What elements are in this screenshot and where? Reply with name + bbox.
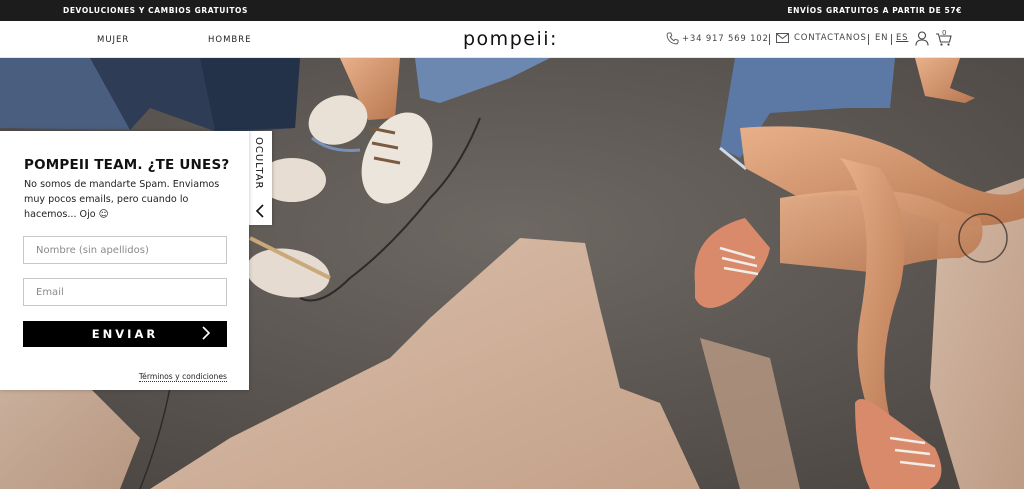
contact-link[interactable]: CONTACTANOS — [776, 33, 867, 43]
lang-es[interactable]: ES — [896, 33, 908, 43]
envelope-icon — [776, 33, 789, 43]
divider — [769, 34, 770, 45]
nav-item-mujer[interactable]: MUJER — [97, 35, 129, 45]
brand-logo[interactable]: pompeii: — [463, 28, 558, 50]
divider — [891, 34, 892, 45]
free-returns-text: DEVOLUCIONES Y CAMBIOS GRATUITOS — [63, 6, 249, 15]
cart-count: 0 — [942, 29, 948, 37]
free-shipping-text: ENVÍOS GRATUITOS A PARTIR DE 57€ — [787, 6, 962, 15]
divider — [868, 34, 869, 45]
name-input[interactable] — [23, 236, 227, 264]
chevron-left-icon — [255, 204, 264, 218]
phone-link[interactable]: +34 917 569 102 — [666, 32, 769, 45]
popup-title: POMPEII TEAM. ¿TE UNES? — [24, 157, 230, 173]
hide-popup-tab[interactable]: OCULTAR — [249, 131, 272, 225]
email-input[interactable] — [23, 278, 227, 306]
site-header: MUJER HOMBRE pompeii: +34 917 569 102 CO… — [0, 21, 1024, 58]
submit-button[interactable]: ENVIAR — [23, 321, 227, 347]
user-icon — [915, 31, 929, 46]
cart-button[interactable]: 0 — [935, 29, 953, 47]
newsletter-popup: POMPEII TEAM. ¿TE UNES? No somos de mand… — [0, 131, 249, 390]
terms-link[interactable]: Términos y condiciones — [138, 372, 227, 382]
hide-label: OCULTAR — [253, 137, 264, 190]
phone-number: +34 917 569 102 — [682, 33, 769, 44]
phone-icon — [666, 32, 679, 45]
chevron-right-icon — [202, 326, 211, 340]
submit-label: ENVIAR — [91, 327, 159, 341]
lang-en[interactable]: EN — [875, 33, 888, 43]
account-button[interactable] — [915, 31, 929, 46]
popup-body: No somos de mandarte Spam. Enviamos muy … — [24, 179, 220, 220]
nav-item-hombre[interactable]: HOMBRE — [208, 35, 252, 45]
announcement-bar: DEVOLUCIONES Y CAMBIOS GRATUITOS ENVÍOS … — [0, 0, 1024, 21]
contact-label: CONTACTANOS — [794, 33, 867, 43]
